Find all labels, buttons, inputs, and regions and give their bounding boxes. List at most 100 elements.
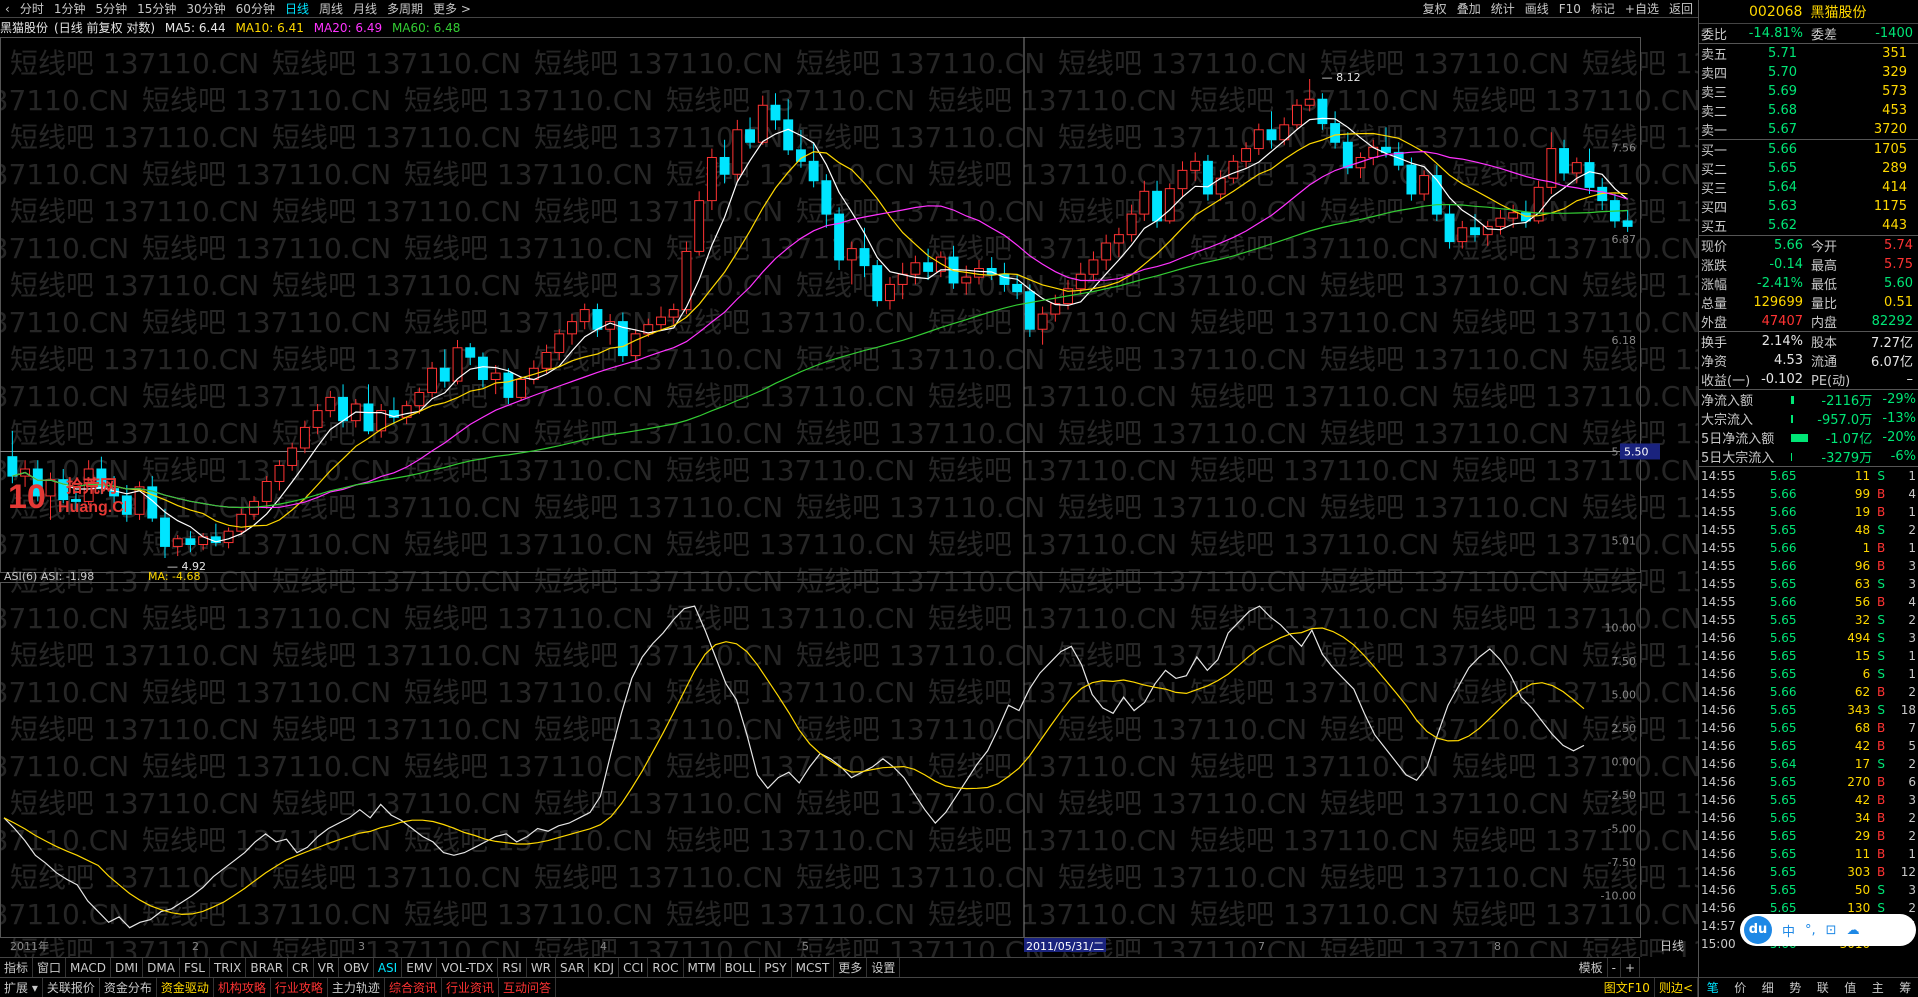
bottom-right-link-0[interactable]: 图文F10 <box>1600 977 1655 997</box>
indicator-tab-7[interactable]: BRAR <box>246 957 289 978</box>
indicator-tab-11[interactable]: ASI <box>374 957 403 978</box>
toolbar-prev-icon[interactable]: ‹ <box>0 0 15 18</box>
bottom-link-6[interactable]: 主力轨迹 <box>328 977 385 997</box>
kline-chart[interactable]: 短线吧 137110.CN 短线吧 137110.CN 短线吧 137110.CN 短… <box>0 37 1698 957</box>
period-nav: 分时 1分钟 5分钟 15分钟 30分钟 60分钟 日线 周线 月线 多周期 更多 > <box>15 0 476 18</box>
tick-volume: 17 <box>1854 757 1871 771</box>
quote-tab-3[interactable]: 势 <box>1782 979 1810 996</box>
period-label[interactable]: 日线 <box>1660 939 1684 953</box>
period-tab-3[interactable]: 15分钟 <box>132 0 181 18</box>
bid-label: 买一 <box>1701 144 1728 159</box>
watermark-text: 短线吧 137110.CN <box>666 84 915 117</box>
watermark-text: 短线吧 137110.CN <box>0 306 129 339</box>
bottom-link-2[interactable]: 资金分布 <box>100 977 157 997</box>
toolbar-action-0[interactable]: 复权 <box>1418 0 1452 18</box>
flow-label: 5日净流入额 <box>1701 432 1775 447</box>
indicator-tab-25[interactable]: 设置 <box>867 957 901 978</box>
toolbar-action-7[interactable]: 返回 <box>1664 0 1698 18</box>
toolbar-action-4[interactable]: F10 <box>1554 0 1586 18</box>
ime-cloud-icon[interactable]: ☁ <box>1847 923 1860 938</box>
tick-count: 18 <box>1900 703 1916 717</box>
indicator-tab-22[interactable]: PSY <box>760 957 792 978</box>
quote-tab-4[interactable]: 联 <box>1809 979 1837 996</box>
bottom-link-9[interactable]: 互动问答 <box>499 977 556 997</box>
indicator-tab-17[interactable]: KDJ <box>589 957 620 978</box>
bottom-link-3[interactable]: 资金驱动 <box>157 977 214 997</box>
watermark-text: 短线吧 137110.CN <box>666 306 915 339</box>
tick-price: 5.66 <box>1769 487 1797 501</box>
quote-panel: 002068 黑猫股份 委比 -14.81% 委差 -1400 卖五 5.71 35… <box>1698 0 1918 997</box>
tick-count: 1 <box>1908 541 1916 555</box>
indicator-tab-1[interactable]: 窗口 <box>33 957 67 978</box>
quote-tab-7[interactable]: 筹 <box>1892 979 1918 996</box>
bottom-right-link-1[interactable]: 则边< <box>1655 977 1698 997</box>
indicator-tab-10[interactable]: OBV <box>339 957 374 978</box>
period-tab-9[interactable]: 多周期 <box>382 0 428 18</box>
period-tab-10[interactable]: 更多 > <box>428 0 476 18</box>
du-icon[interactable]: du <box>1744 916 1772 944</box>
toolbar-action-3[interactable]: 画线 <box>1520 0 1554 18</box>
toolbar-action-2[interactable]: 统计 <box>1486 0 1520 18</box>
ime-lang[interactable]: 中 <box>1782 921 1795 940</box>
quote-tab-2[interactable]: 细 <box>1754 979 1782 996</box>
indicator-tab-18[interactable]: CCI <box>619 957 649 978</box>
quote-tab-1[interactable]: 价 <box>1727 979 1755 996</box>
toolbar-action-6[interactable]: +自选 <box>1620 0 1664 18</box>
period-tab-7[interactable]: 周线 <box>314 0 348 18</box>
bottom-link-1[interactable]: 关联报价 <box>43 977 100 997</box>
toolbar-action-5[interactable]: 标记 <box>1586 0 1620 18</box>
bottom-link-8[interactable]: 行业资讯 <box>442 977 499 997</box>
period-tab-5[interactable]: 60分钟 <box>231 0 280 18</box>
watermark-text: 短线吧 137110.CN <box>1190 454 1439 487</box>
indicator-tab-21[interactable]: BOLL <box>721 957 761 978</box>
ime-toolbar[interactable]: du 中 °, ⊡ ☁ <box>1740 914 1916 946</box>
indicator-tab-20[interactable]: MTM <box>684 957 721 978</box>
indicator-tab-14[interactable]: RSI <box>498 957 527 978</box>
quote-tab-5[interactable]: 值 <box>1837 979 1865 996</box>
tabs-right-2[interactable]: + <box>1621 957 1640 978</box>
indicator-tab-3[interactable]: DMI <box>111 957 144 978</box>
quote-tab-6[interactable]: 主 <box>1864 979 1892 996</box>
indicator-tab-23[interactable]: MCST <box>792 957 835 978</box>
quote-tab-0[interactable]: 笔 <box>1699 979 1727 996</box>
period-tab-2[interactable]: 5分钟 <box>90 0 132 18</box>
watermark-text: 短线吧 137110.CN <box>272 639 521 672</box>
tick-row: 14:56 5.65 42 B 3 <box>1699 791 1918 809</box>
stats-row: 涨跌 -0.14 最高 5.75 <box>1699 255 1918 274</box>
watermark-text: 短线吧 137110.CN <box>10 417 259 450</box>
tick-time: 14:56 <box>1701 649 1736 663</box>
indicator-tab-24[interactable]: 更多 <box>834 957 868 978</box>
toolbar-action-1[interactable]: 叠加 <box>1452 0 1486 18</box>
bottom-link-5[interactable]: 行业攻略 <box>271 977 328 997</box>
indicator-tab-16[interactable]: SAR <box>556 957 590 978</box>
bottom-link-7[interactable]: 综合资讯 <box>385 977 442 997</box>
period-tab-4[interactable]: 30分钟 <box>181 0 230 18</box>
indicator-tab-5[interactable]: FSL <box>180 957 210 978</box>
stock-code: 002068 <box>1749 3 1803 20</box>
tabs-right-0[interactable]: 模板 <box>1575 957 1608 978</box>
watermark-text: 短线吧 137110.CN <box>10 861 259 894</box>
ime-punct[interactable]: °, <box>1805 923 1816 938</box>
tick-row: 14:56 5.65 68 B 7 <box>1699 719 1918 737</box>
tick-list[interactable]: 14:55 5.65 11 S 1 14:55 5.66 99 B 4 14:55 5.66 19 B 1 1… <box>1699 467 1918 953</box>
indicator-tab-19[interactable]: ROC <box>648 957 684 978</box>
indicator-tab-13[interactable]: VOL-TDX <box>437 957 499 978</box>
indicator-tab-2[interactable]: MACD <box>66 957 112 978</box>
indicator-tab-12[interactable]: EMV <box>402 957 438 978</box>
candle-body <box>503 372 514 398</box>
indicator-tab-0[interactable]: 指标 <box>0 957 34 978</box>
tabs-right-1[interactable]: - <box>1608 957 1621 978</box>
period-tab-1[interactable]: 1分钟 <box>49 0 91 18</box>
indicator-tab-15[interactable]: WR <box>527 957 557 978</box>
bid-price: 5.63 <box>1768 199 1797 214</box>
period-tab-6[interactable]: 日线 <box>280 0 314 18</box>
indicator-tab-9[interactable]: VR <box>314 957 340 978</box>
bottom-link-0[interactable]: 扩展 ▾ <box>0 977 43 997</box>
ime-screen-icon[interactable]: ⊡ <box>1826 923 1837 938</box>
period-tab-8[interactable]: 月线 <box>348 0 382 18</box>
indicator-tab-6[interactable]: TRIX <box>210 957 247 978</box>
indicator-tab-4[interactable]: DMA <box>143 957 180 978</box>
period-tab-0[interactable]: 分时 <box>15 0 49 18</box>
indicator-tab-8[interactable]: CR <box>288 957 314 978</box>
bottom-link-4[interactable]: 机构攻略 <box>214 977 271 997</box>
